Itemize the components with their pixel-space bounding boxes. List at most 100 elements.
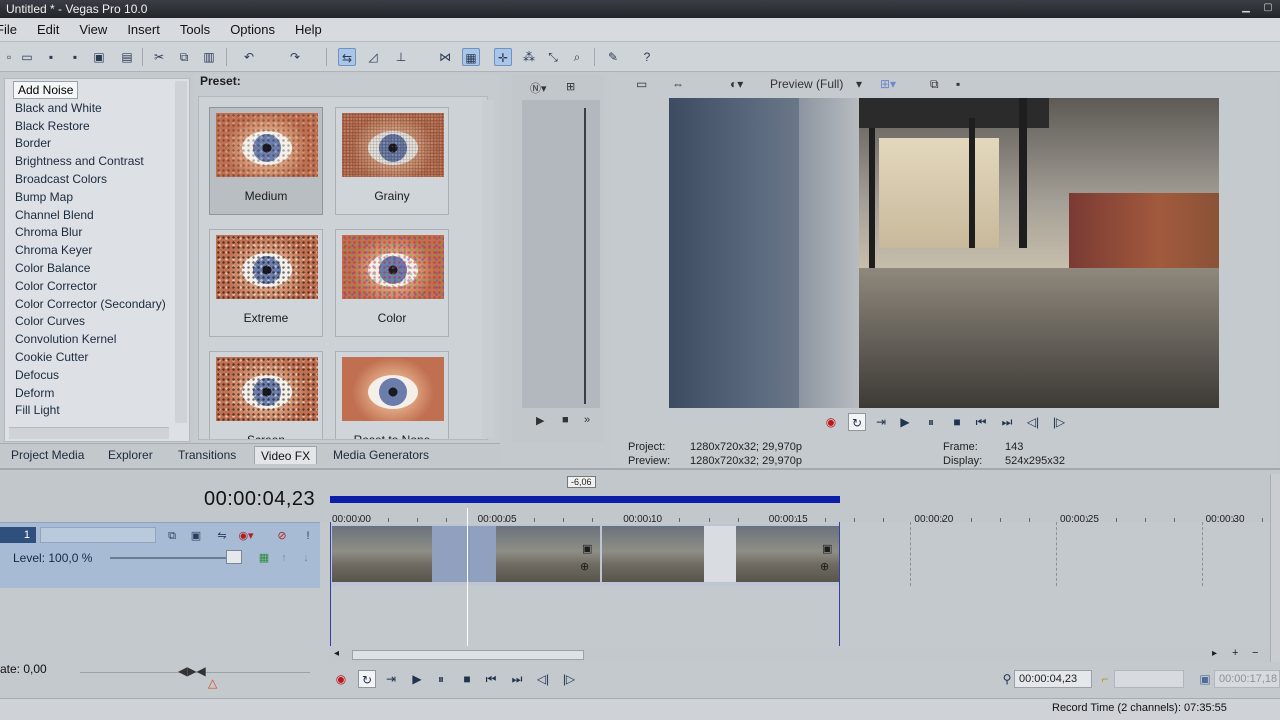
mixer-fader[interactable] [584, 108, 586, 404]
auto-crossfade-icon[interactable]: ⋈ [436, 48, 454, 66]
lock-envelopes-icon[interactable]: ▦ [462, 48, 480, 66]
stop-icon[interactable]: ■ [948, 413, 966, 431]
track-fx-icon[interactable]: ▣ [188, 528, 204, 544]
fx-list-item[interactable]: Chroma Blur [15, 225, 82, 239]
fx-list-item[interactable]: Color Balance [15, 261, 90, 275]
help-icon[interactable]: ? [638, 48, 656, 66]
next-frame-icon[interactable]: |▷ [1050, 413, 1068, 431]
copy-icon[interactable]: ⧉ [175, 48, 193, 66]
paste-icon[interactable]: ▥ [200, 48, 218, 66]
loop-region-bar[interactable] [330, 496, 840, 503]
stop-icon[interactable]: ■ [458, 670, 476, 688]
preview-quality-chevron-icon[interactable]: ▾ [856, 77, 862, 91]
menu-view[interactable]: View [69, 22, 117, 37]
previous-frame-icon[interactable]: ◁| [534, 670, 552, 688]
menu-edit[interactable]: Edit [27, 22, 69, 37]
record-icon[interactable]: ◉ [332, 670, 350, 688]
track-name-field[interactable] [40, 527, 156, 543]
record-icon[interactable]: ◉ [822, 413, 840, 431]
fx-list-item[interactable]: Chroma Keyer [15, 243, 92, 257]
mixer-mode-icon[interactable]: Ⓝ▾ [530, 80, 547, 96]
fx-list-item[interactable]: Fill Light [15, 403, 60, 417]
ignore-grouping-icon[interactable]: ✛ [494, 48, 512, 66]
auto-ripple-icon[interactable]: ⁂ [520, 48, 538, 66]
scroll-right-icon[interactable]: ▸ [1212, 648, 1217, 659]
track-level-knob[interactable] [226, 550, 242, 564]
copy-snapshot-icon[interactable]: ⧉ [930, 77, 939, 92]
move-track-down-icon[interactable]: ↓ [298, 550, 314, 566]
preset-scrollbar[interactable] [482, 100, 494, 438]
fx-list-item[interactable]: Color Curves [15, 314, 85, 328]
undo-icon[interactable]: ↶ [240, 48, 258, 66]
track-motion-icon[interactable]: ⧉ [164, 528, 180, 544]
menu-file[interactable]: File [0, 22, 27, 37]
play-from-start-icon[interactable]: ⇥ [872, 413, 890, 431]
fx-list-item[interactable]: Color Corrector (Secondary) [15, 297, 166, 311]
zoom-tool-icon[interactable]: ⌕ [568, 48, 586, 66]
redo-icon[interactable]: ↷ [286, 48, 304, 66]
fx-list-item[interactable]: Cookie Cutter [15, 350, 88, 364]
mixer-stop-icon[interactable]: ■ [562, 414, 569, 426]
mute-track-icon[interactable]: ⊘ [274, 528, 290, 544]
timeline-scroll-thumb[interactable] [352, 650, 584, 660]
cursor-position-field[interactable]: 00:00:04,23 [1014, 670, 1092, 688]
menu-tools[interactable]: Tools [170, 22, 220, 37]
tab-transitions[interactable]: Transitions [178, 448, 236, 462]
play-from-start-icon[interactable]: ⇥ [382, 670, 400, 688]
snapping-icon[interactable]: ⊥ [392, 48, 410, 66]
preset-thumbnail[interactable]: Grainy [335, 107, 449, 215]
envelope-tool-icon[interactable]: ◿ [364, 48, 382, 66]
timeline-vertical-scrollbar[interactable] [1270, 474, 1280, 662]
fx-list-item[interactable]: Black and White [15, 101, 102, 115]
open-icon[interactable]: ▭ [18, 48, 36, 66]
play-icon[interactable]: ▶ [408, 670, 426, 688]
track-level-slider[interactable] [110, 557, 234, 559]
properties-icon[interactable]: ▤ [118, 48, 136, 66]
mixer-fx-icon[interactable]: ⊞ [566, 80, 575, 93]
fx-list-item[interactable]: Color Corrector [15, 279, 97, 293]
preview-quality-dropdown[interactable]: Preview (Full) [770, 77, 843, 91]
maximize-icon[interactable]: ▢ [1262, 2, 1274, 14]
scroll-left-icon[interactable]: ◂ [334, 648, 339, 659]
next-frame-icon[interactable]: |▷ [560, 670, 578, 688]
mixer-play-icon[interactable]: ▶ [536, 414, 544, 427]
video-output-icon[interactable]: ▭ [636, 77, 647, 91]
selection-start-field[interactable] [1114, 670, 1184, 688]
fx-list-item[interactable]: Brightness and Contrast [15, 154, 144, 168]
tab-media-generators[interactable]: Media Generators [333, 448, 429, 462]
fx-list-item[interactable]: Black Restore [15, 119, 90, 133]
fx-list-scrollbar[interactable] [175, 81, 187, 423]
go-to-end-icon[interactable]: ⏭ [998, 413, 1016, 431]
play-icon[interactable]: ▶ [896, 413, 914, 431]
preset-thumbnail[interactable]: Color [335, 229, 449, 337]
zoom-out-icon[interactable]: − [1252, 647, 1258, 659]
timeline-cursor[interactable] [467, 508, 468, 646]
menu-help[interactable]: Help [285, 22, 332, 37]
split-screen-icon[interactable]: ◐▾ [730, 77, 743, 91]
menu-insert[interactable]: Insert [117, 22, 170, 37]
fx-list-hscrollbar[interactable] [9, 427, 169, 439]
selection-tool-icon[interactable]: ⤡ [544, 48, 562, 66]
go-to-end-icon[interactable]: ⏭ [508, 670, 526, 688]
save-icon[interactable]: ▪ [42, 48, 60, 66]
preview-device-icon[interactable]: ⇔ [672, 77, 684, 91]
timeline-horizontal-scrollbar[interactable]: ◂ ▸ + − [330, 647, 1270, 662]
fx-list-item[interactable]: Border [15, 136, 51, 150]
save-as-icon[interactable]: ▪ [66, 48, 84, 66]
tab-video-fx[interactable]: Video FX [254, 446, 318, 464]
minimize-icon[interactable]: ▁ [1240, 2, 1252, 14]
previous-frame-icon[interactable]: ◁| [1024, 413, 1042, 431]
preset-thumbnail[interactable]: Medium [209, 107, 323, 215]
fx-list-item[interactable]: Add Noise [13, 81, 79, 99]
fx-list-item[interactable]: Bump Map [15, 190, 73, 204]
cut-icon[interactable]: ✂ [150, 48, 168, 66]
preset-thumbnail[interactable]: Reset to None [335, 351, 449, 439]
pause-icon[interactable]: ⏸ [432, 670, 450, 688]
fx-list-item[interactable]: Defocus [15, 368, 59, 382]
tab-explorer[interactable]: Explorer [108, 448, 153, 462]
render-icon[interactable]: ▣ [90, 48, 108, 66]
solo-track-icon[interactable]: ! [300, 528, 316, 544]
normal-edit-tool-icon[interactable]: ⇆ [338, 48, 356, 66]
rate-slider-knob[interactable]: ◀▶◀ [178, 664, 206, 678]
new-project-icon[interactable]: ▫ [0, 48, 18, 66]
